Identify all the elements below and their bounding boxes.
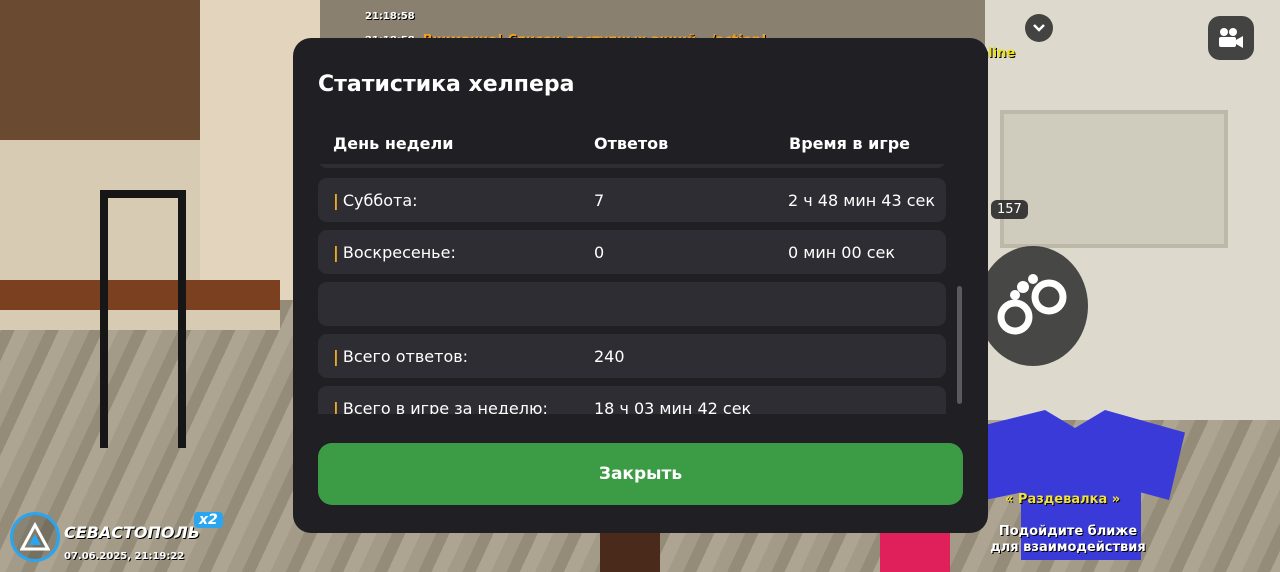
row-day-label: Воскресенье:	[342, 242, 456, 262]
accent-bar: |	[333, 242, 339, 262]
helper-stats-modal: Статистика хелпера День недели Ответов В…	[293, 38, 988, 533]
table-row: | Всего ответов: 240	[318, 334, 946, 378]
close-button[interactable]: Закрыть	[318, 443, 963, 505]
accent-bar: |	[333, 346, 339, 366]
column-header-day: День недели	[333, 134, 454, 153]
row-day: | Всего в игре за неделю:	[333, 386, 548, 415]
player-id-badge: 157	[991, 200, 1028, 219]
wall-dark	[0, 0, 220, 140]
interact-hint-line2: для взаимодействия	[990, 540, 1146, 555]
row-answers: 7	[594, 190, 605, 210]
camera-button[interactable]	[1208, 16, 1254, 60]
row-time: 2 ч 48 мин 43 сек	[788, 190, 936, 210]
column-header-time: Время в игре	[789, 134, 910, 153]
handcuffs-icon	[997, 274, 1067, 335]
row-answers: 18 ч 03 мин 42 сек	[594, 398, 752, 415]
row-day-label: Всего в игре за неделю:	[342, 398, 548, 415]
column-header-answers: Ответов	[594, 134, 669, 153]
chevron-down-icon	[1033, 24, 1045, 32]
table-row: | Воскресенье: 0 0 мин 00 сек	[318, 230, 946, 274]
accent-bar: |	[333, 398, 339, 415]
table-row	[318, 164, 946, 168]
shelf	[1000, 110, 1228, 248]
accent-bar: |	[333, 190, 339, 210]
row-day: | Всего ответов:	[333, 334, 468, 378]
row-day: | Суббота:	[333, 178, 418, 222]
interact-hint-line1: Подойдите ближе	[998, 524, 1138, 539]
row-day-label: Суббота:	[342, 190, 418, 210]
scrollbar[interactable]	[957, 286, 962, 404]
row-day-label: Всего ответов:	[342, 346, 469, 366]
video-camera-icon	[1219, 28, 1243, 48]
server-logo-icon	[10, 512, 60, 562]
date-time: 07.06.2025, 21:19:22	[64, 551, 185, 562]
row-answers: 240	[594, 346, 625, 366]
interact-hint: Подойдите ближе для взаимодействия	[978, 524, 1158, 556]
row-time: 0 мин 00 сек	[788, 242, 896, 262]
stats-table[interactable]: | Суббота: 7 2 ч 48 мин 43 сек | Воскресен…	[318, 164, 946, 414]
chat-line: 21:18:58	[365, 4, 767, 28]
table-row-empty	[318, 282, 946, 326]
handcuffs-button[interactable]	[978, 246, 1088, 366]
row-answers: 0	[594, 242, 605, 262]
collapse-button[interactable]	[1025, 14, 1053, 42]
row-day: | Воскресенье:	[333, 230, 456, 274]
character-legs	[600, 530, 660, 572]
door-frame	[100, 190, 186, 448]
modal-title: Статистика хелпера	[318, 72, 575, 97]
chat-time: 21:18:58	[365, 10, 415, 22]
table-row: | Суббота: 7 2 ч 48 мин 43 сек	[318, 178, 946, 222]
table-row: | Всего в игре за неделю: 18 ч 03 мин 42 …	[318, 386, 946, 414]
area-label: « Раздевалка »	[1005, 492, 1121, 507]
server-name: СЕВАСТОПОЛЬ	[64, 522, 200, 542]
logo-triangle-icon	[20, 522, 50, 551]
multiplier-badge: x2	[194, 512, 223, 528]
